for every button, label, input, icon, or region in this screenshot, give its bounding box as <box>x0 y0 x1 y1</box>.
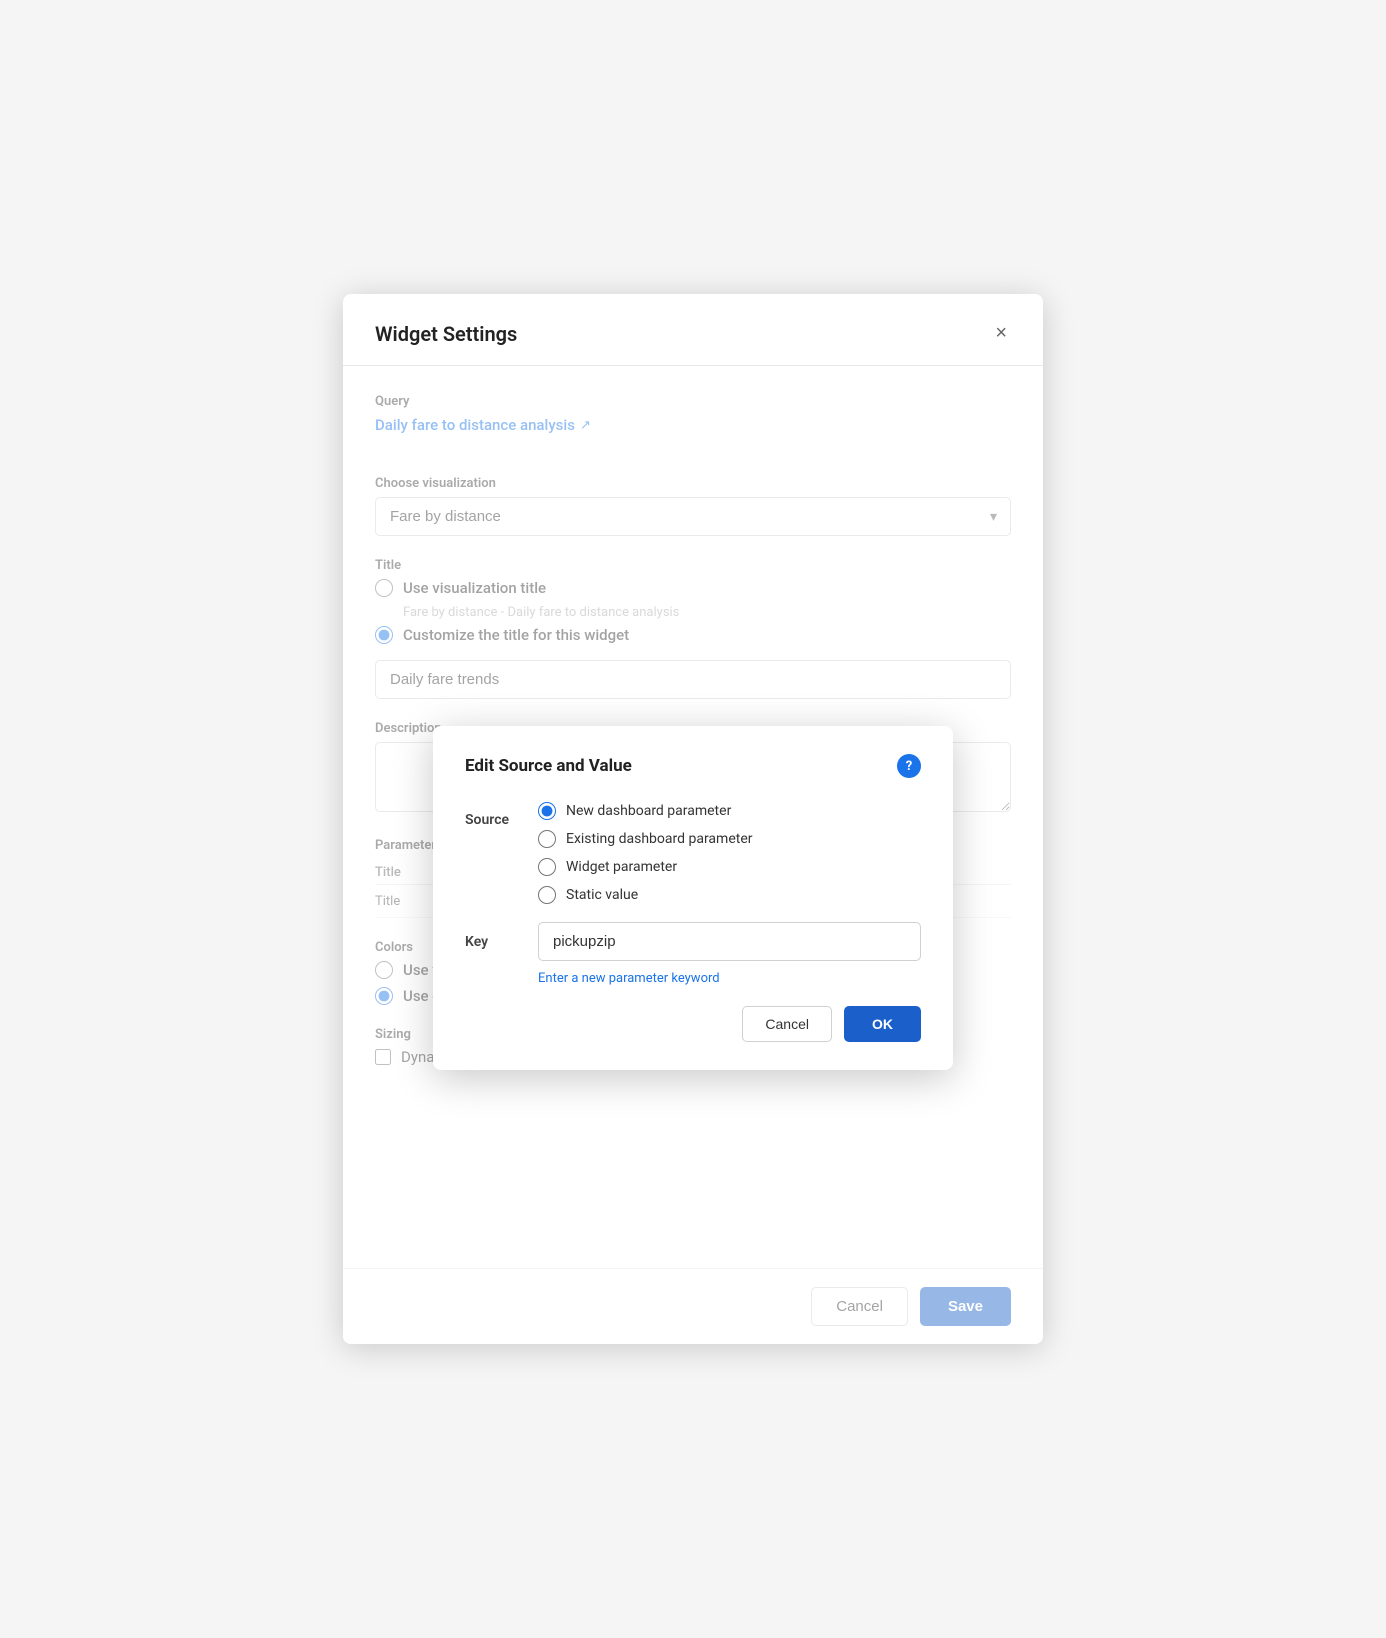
existing-dashboard-param-row: Existing dashboard parameter <box>538 830 752 848</box>
modal-title: Widget Settings <box>375 322 517 346</box>
widget-param-label: Widget parameter <box>566 859 677 875</box>
static-value-label: Static value <box>566 887 638 903</box>
static-value-radio[interactable] <box>538 886 556 904</box>
key-input-row: Key <box>465 922 921 961</box>
static-value-row: Static value <box>538 886 752 904</box>
help-icon[interactable]: ? <box>897 754 921 778</box>
key-hint-row: Enter a new parameter keyword <box>538 967 720 986</box>
source-form-row: Source New dashboard parameter Existing … <box>465 802 921 904</box>
inner-dialog-header: Edit Source and Value ? <box>465 754 921 778</box>
key-input[interactable] <box>538 922 921 961</box>
widget-param-row: Widget parameter <box>538 858 752 876</box>
modal-header: Widget Settings × <box>343 294 1043 366</box>
inner-cancel-button[interactable]: Cancel <box>742 1006 832 1042</box>
new-dashboard-param-radio[interactable] <box>538 802 556 820</box>
key-hint-text: Enter a new parameter keyword <box>538 971 720 986</box>
edit-source-value-dialog: Edit Source and Value ? Source New dashb… <box>433 726 953 1070</box>
modal-body: Query Daily fare to distance analysis ↗ … <box>343 366 1043 1344</box>
widget-settings-modal: Widget Settings × Query Daily fare to di… <box>343 294 1043 1344</box>
close-button[interactable]: × <box>991 318 1011 349</box>
key-label: Key <box>465 934 520 950</box>
inner-dialog-footer: Cancel OK <box>465 1006 921 1042</box>
source-radio-group: New dashboard parameter Existing dashboa… <box>538 802 752 904</box>
source-label: Source <box>465 802 520 828</box>
inner-ok-button[interactable]: OK <box>844 1006 921 1042</box>
new-dashboard-param-label: New dashboard parameter <box>566 803 731 819</box>
existing-dashboard-param-label: Existing dashboard parameter <box>566 831 752 847</box>
existing-dashboard-param-radio[interactable] <box>538 830 556 848</box>
new-dashboard-param-row: New dashboard parameter <box>538 802 752 820</box>
widget-param-radio[interactable] <box>538 858 556 876</box>
inner-dialog-title: Edit Source and Value <box>465 756 632 776</box>
key-form-row: Key Enter a new parameter keyword <box>465 922 921 986</box>
